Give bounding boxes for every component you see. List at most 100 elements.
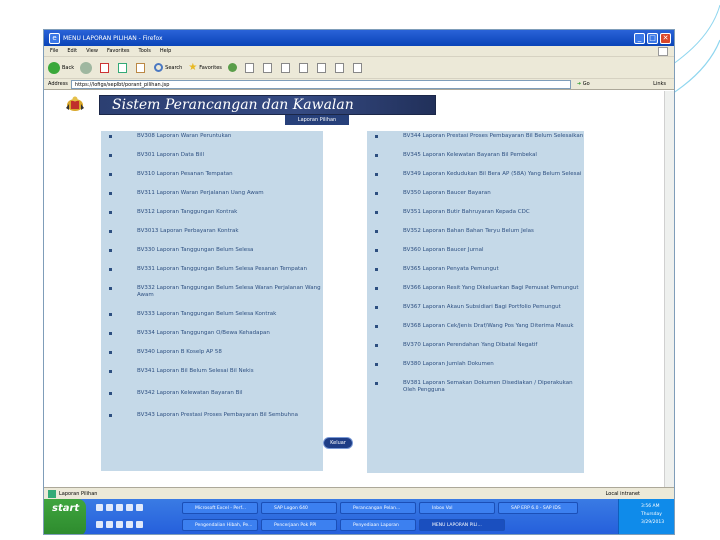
window-titlebar: e MENU LAPORAN PILIHAN - Firefox _ □ ✕ <box>44 30 674 46</box>
status-bar: Laporan Pilihan Local intranet <box>44 487 674 499</box>
malaysia-crest-logo <box>66 96 84 111</box>
report-link[interactable]: BV341 Laporan Bil Belum Selesai Bil Neki… <box>101 368 323 375</box>
report-link[interactable]: BV368 Laporan Cek/Jenis Draf/Wang Pos Ya… <box>367 323 584 330</box>
report-link[interactable]: BV344 Laporan Prestasi Proses Pembayaran… <box>367 133 584 140</box>
task-pengendalian[interactable]: Pengendalian Hibah, Pe... <box>182 519 258 531</box>
report-link[interactable]: BV367 Laporan Akaun Subsidiari Bagi Port… <box>367 304 584 311</box>
report-link[interactable]: BV351 Laporan Butir Bahruyaran Kepada CD… <box>367 209 584 216</box>
media-button[interactable] <box>227 63 239 72</box>
maximize-icon[interactable]: □ <box>647 32 658 44</box>
search-button[interactable]: Search <box>154 63 182 72</box>
media-icon <box>227 63 237 72</box>
page-status-icon <box>48 489 56 498</box>
report-link[interactable]: BV349 Laporan Kedudukan Bil Bera AP (58A… <box>367 171 584 178</box>
report-link[interactable]: BV340 Laporan B Koselp AP 58 <box>101 349 323 356</box>
task-penyediaan[interactable]: Penyediaan Laporan <box>340 519 416 531</box>
address-input[interactable]: https://lofigs/seplbt/porant_pilihan.jsp <box>70 79 571 89</box>
report-link[interactable]: BV345 Laporan Kelewatan Bayaran Bil Pemb… <box>367 152 584 159</box>
report-link[interactable]: BV330 Laporan Tanggungan Belum Selesa <box>101 247 323 254</box>
report-link[interactable]: BV310 Laporan Pesanan Tempatan <box>101 171 323 178</box>
task-sap-logon[interactable]: SAP Logon 640 <box>261 502 337 514</box>
quick-launch-row1 <box>96 504 143 514</box>
report-list-left: BV308 Laporan Waran Peruntukan BV301 Lap… <box>101 131 323 471</box>
report-link[interactable]: BV365 Laporan Penyata Pemungut <box>367 266 584 273</box>
edit-button[interactable] <box>298 62 311 73</box>
report-link[interactable]: BV360 Laporan Baucer Jurnal <box>367 247 584 254</box>
copy-icon <box>352 62 362 73</box>
task-inbox[interactable]: Inbox Vol <box>419 502 495 514</box>
forward-button[interactable] <box>80 61 94 74</box>
edit-icon <box>298 62 308 73</box>
favorites-button[interactable]: ★ Favorites <box>188 62 222 73</box>
menu-bar: File Edit View Favorites Tools Help <box>44 46 674 57</box>
menu-help[interactable]: Help <box>160 48 171 54</box>
refresh-button[interactable] <box>118 62 130 73</box>
windows-taskbar: start Microsoft Excel - Perf... SAP Logo… <box>44 499 674 534</box>
menu-file[interactable]: File <box>50 48 58 54</box>
task-sap-erp[interactable]: SAP ERP 6.0 - SAP IDS <box>498 502 578 514</box>
report-link[interactable]: BV332 Laporan Tanggungan Belum Selesa Wa… <box>101 285 323 299</box>
report-link[interactable]: BV311 Laporan Waran Perjalanan Uang Awam <box>101 190 323 197</box>
refresh-icon <box>118 62 128 73</box>
history-button[interactable] <box>244 62 257 73</box>
task-pencerjaan[interactable]: Pencerjaan Pok PPI <box>261 519 337 531</box>
mail-button[interactable] <box>262 62 275 73</box>
task-excel[interactable]: Microsoft Excel - Perf... <box>182 502 258 514</box>
print-button[interactable] <box>280 62 293 73</box>
start-button[interactable]: start <box>44 499 86 534</box>
stop-icon <box>100 62 110 73</box>
report-link[interactable]: BV342 Laporan Kelewatan Bayaran Bil <box>101 390 323 397</box>
back-arrow-icon <box>48 61 60 74</box>
forward-arrow-icon <box>80 61 93 74</box>
menu-edit[interactable]: Edit <box>67 48 77 54</box>
menu-tools[interactable]: Tools <box>139 48 151 54</box>
discuss-icon <box>316 62 326 73</box>
report-link[interactable]: BV366 Laporan Resit Yang Dikeluarkan Bag… <box>367 285 584 292</box>
close-icon[interactable]: ✕ <box>660 32 671 44</box>
report-link[interactable]: BV350 Laporan Baucer Bayaran <box>367 190 584 197</box>
app-icon: e <box>49 32 60 44</box>
home-icon <box>136 62 146 73</box>
menu-favorites[interactable]: Favorites <box>107 48 130 54</box>
security-zone: Local intranet <box>605 490 640 497</box>
stop-button[interactable] <box>100 62 112 73</box>
mail-icon <box>262 62 272 73</box>
vertical-scrollbar[interactable] <box>664 91 674 487</box>
browser-screenshot: e MENU LAPORAN PILIHAN - Firefox _ □ ✕ F… <box>43 29 675 535</box>
task-perancangan[interactable]: Perancangan Pelan... <box>340 502 416 514</box>
report-link[interactable]: BV352 Laporan Bahan Bahan Teryu Belum Je… <box>367 228 584 235</box>
report-link[interactable]: BV3013 Laporan Perbayaran Kontrak <box>101 228 323 235</box>
search-icon <box>154 63 164 72</box>
system-tray: 3:56 AM Thursday 3/29/2013 <box>618 499 674 534</box>
report-link[interactable]: BV370 Laporan Perendahan Yang Dibatal Ne… <box>367 342 584 349</box>
report-link[interactable]: BV381 Laporan Semakan Dokumen Disediakan… <box>367 380 584 394</box>
report-link[interactable]: BV380 Laporan Jumlah Dokumen <box>367 361 584 368</box>
page-content: Sistem Perancangan dan Kawalan Belanjawa… <box>44 91 666 487</box>
report-link[interactable]: BV333 Laporan Tanggungan Belum Selesa Ko… <box>101 311 323 318</box>
report-link[interactable]: BV343 Laporan Prestasi Proses Pembayaran… <box>101 412 323 419</box>
toolbar: Back Search ★ Favorites <box>44 57 674 79</box>
report-link[interactable]: BV301 Laporan Data Bill <box>101 152 323 159</box>
tab-laporan-pilihan[interactable]: Laporan Pilihan <box>285 115 349 125</box>
back-button[interactable]: Back <box>48 61 74 74</box>
task-menu-laporan[interactable]: MENU LAPORAN PILI... <box>419 519 505 531</box>
clock-time: 3:56 AM <box>641 504 660 509</box>
home-button[interactable] <box>136 62 148 73</box>
copy-button[interactable] <box>352 62 365 73</box>
go-arrow-icon: ➜ <box>576 81 582 87</box>
cut-button[interactable] <box>334 62 347 73</box>
links-button[interactable]: Links <box>653 81 666 87</box>
minimize-icon[interactable]: _ <box>634 32 645 44</box>
go-button[interactable]: ➜ Go <box>577 81 590 87</box>
window-title: MENU LAPORAN PILIHAN - Firefox <box>63 34 163 42</box>
menu-view[interactable]: View <box>86 48 98 54</box>
discuss-button[interactable] <box>316 62 329 73</box>
clock-day: Thursday <box>641 512 662 517</box>
keluar-button[interactable]: Keluar <box>323 437 353 449</box>
report-link[interactable]: BV334 Laporan Tanggungan O/Bewa Kehadapa… <box>101 330 323 337</box>
star-icon: ★ <box>188 62 198 73</box>
report-link[interactable]: BV308 Laporan Waran Peruntukan <box>101 133 323 140</box>
report-link[interactable]: BV331 Laporan Tanggungan Belum Selesa Pe… <box>101 266 323 273</box>
page-title-banner: Sistem Perancangan dan Kawalan Belanjawa… <box>99 95 436 131</box>
report-link[interactable]: BV312 Laporan Tanggungan Kontrak <box>101 209 323 216</box>
